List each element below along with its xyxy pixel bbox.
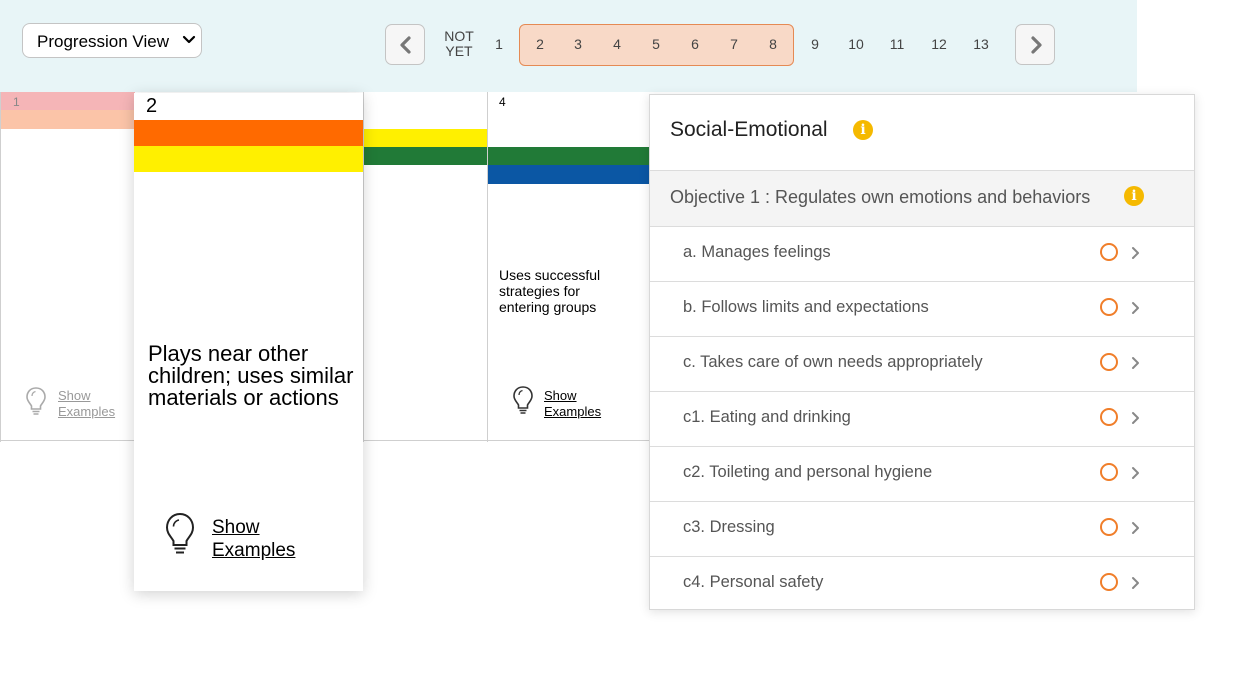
lightbulb-icon [513,386,533,414]
not-yet-line2: YET [445,43,473,59]
chevron-right-small-icon [1132,467,1139,479]
level-column-4: 4 Uses successful strategies for enterin… [487,92,650,442]
color-band-green [488,147,650,165]
view-select[interactable]: Progression View [22,23,202,58]
level-12[interactable]: 12 [929,36,949,53]
circle-status-icon [1100,463,1118,481]
dimension-label: c2. Toileting and personal hygiene [683,463,933,481]
chevron-right-small-icon [1132,357,1139,369]
info-icon[interactable]: i [1124,186,1144,206]
show-examples-link[interactable]: Show Examples [544,388,601,420]
lightbulb-icon [26,387,46,415]
level-card-2[interactable]: 2 Plays near other children; uses simila… [134,93,363,591]
chevron-right-small-icon [1132,522,1139,534]
domain-title: Social-Emotional [670,118,828,141]
level-8[interactable]: 8 [763,36,783,53]
show-examples-link[interactable]: Show Examples [58,388,115,420]
level-4[interactable]: 4 [607,36,627,53]
chevron-down-icon [182,35,196,44]
level-not-yet[interactable]: NOT YET [440,29,478,59]
circle-status-icon [1100,298,1118,316]
dimension-row[interactable]: c3. Dressing [650,502,1194,557]
level-7[interactable]: 7 [724,36,744,53]
not-yet-line1: NOT [444,28,474,44]
chevron-right-small-icon [1132,412,1139,424]
info-icon[interactable]: i [853,120,873,140]
dimension-row[interactable]: c. Takes care of own needs appropriately [650,337,1194,392]
level-1[interactable]: 1 [489,36,509,53]
dimension-row[interactable]: c2. Toileting and personal hygiene [650,447,1194,502]
objective-title: Objective 1 : Regulates own emotions and… [670,187,1091,207]
level-11[interactable]: 11 [887,36,907,53]
dimension-row[interactable]: c4. Personal safety [650,557,1194,611]
level-5[interactable]: 5 [646,36,666,53]
dimension-label: c1. Eating and drinking [683,408,851,426]
circle-status-icon [1100,573,1118,591]
show-examples-link[interactable]: Show Examples [212,516,295,562]
level-3[interactable]: 3 [568,36,588,53]
level-6[interactable]: 6 [685,36,705,53]
circle-status-icon [1100,243,1118,261]
circle-status-icon [1100,518,1118,536]
color-band-green [364,147,488,165]
color-band-orange [134,120,363,146]
circle-status-icon [1100,353,1118,371]
domain-panel: Social-Emotional i Objective 1 : Regulat… [649,94,1195,610]
chevron-right-small-icon [1132,577,1139,589]
objective-header: Objective 1 : Regulates own emotions and… [650,171,1194,227]
level-column-3 [363,92,488,442]
show-examples-line2: Examples [58,404,116,419]
show-examples-line1: Show [212,517,260,538]
dimension-row[interactable]: c1. Eating and drinking [650,392,1194,447]
dimension-label: a. Manages feelings [683,243,831,261]
show-examples-line2: Examples [212,540,296,561]
color-band-peach [1,110,135,129]
color-band-yellow [134,146,363,172]
view-select-value: Progression View [37,32,169,51]
color-band-pink [1,92,135,110]
dimension-row[interactable]: a. Manages feelings [650,227,1194,282]
show-examples-line1: Show [58,388,91,403]
color-band-blue [488,165,650,184]
dimension-label: c. Takes care of own needs appropriately [683,353,983,371]
toolbar: Progression View NOT YET 1 2 3 4 5 6 7 8… [0,0,1137,92]
chevron-left-icon [400,36,411,54]
level-description: Uses successful strategies for entering … [499,267,601,315]
lightbulb-icon [165,512,195,554]
level-description: Plays near other children; uses similar … [148,341,354,410]
prev-level-button[interactable] [385,24,425,65]
level-column-1: 1 Show Examples [0,92,135,442]
column-number: 4 [499,95,506,109]
panel-header: Social-Emotional i [650,95,1194,171]
chevron-right-icon [1031,36,1042,54]
level-9[interactable]: 9 [805,36,825,53]
show-examples-line1: Show [544,388,577,403]
color-band-yellow [364,129,488,147]
dimension-row[interactable]: b. Follows limits and expectations [650,282,1194,337]
column-number: 1 [13,95,20,109]
level-2[interactable]: 2 [530,36,550,53]
chevron-right-small-icon [1132,247,1139,259]
card-level-number: 2 [146,95,158,117]
level-10[interactable]: 10 [846,36,866,53]
show-examples-line2: Examples [544,404,602,419]
circle-status-icon [1100,408,1118,426]
dimension-label: b. Follows limits and expectations [683,298,929,316]
dimension-label: c4. Personal safety [683,573,824,591]
dimension-label: c3. Dressing [683,518,775,536]
chevron-right-small-icon [1132,302,1139,314]
next-level-button[interactable] [1015,24,1055,65]
level-13[interactable]: 13 [971,36,991,53]
